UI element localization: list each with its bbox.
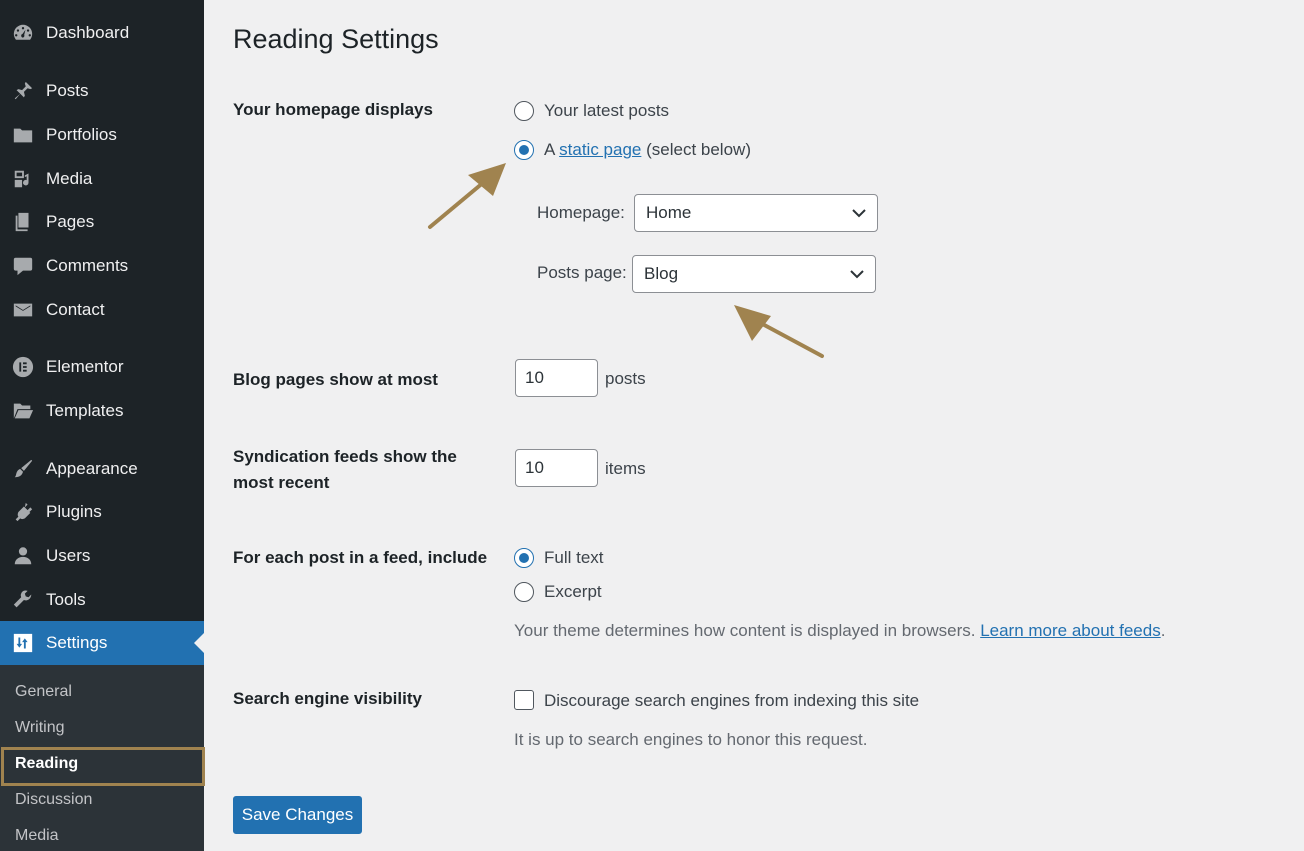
sidebar-item-label: Pages <box>46 212 95 231</box>
sidebar-item-label: Templates <box>46 401 124 420</box>
sidebar-item-settings[interactable]: Settings <box>0 621 204 665</box>
chevron-down-icon <box>849 266 865 282</box>
arrow-to-static-page <box>428 163 506 229</box>
latest-posts-radio[interactable] <box>514 101 534 121</box>
sidebar-item-label: Appearance <box>46 459 138 478</box>
sidebar-item-tools[interactable]: Tools <box>0 578 204 622</box>
latest-posts-option-label: Your latest posts <box>544 101 670 120</box>
posts-per-page-input[interactable]: 10 <box>515 359 598 397</box>
sidebar-item-dashboard[interactable]: Dashboard <box>0 11 204 55</box>
sidebar-item-label: Elementor <box>46 357 124 376</box>
learn-more-feeds-link[interactable]: Learn more about feeds <box>980 621 1161 640</box>
arrow-to-posts-page <box>734 305 824 358</box>
blog-pages-label: Blog pages show at most <box>233 370 438 389</box>
syndication-label-line1: Syndication feeds show the <box>233 447 457 466</box>
sidebar-item-media[interactable]: Media <box>0 157 204 201</box>
static-page-link[interactable]: static page <box>559 140 641 159</box>
sidebar-item-label: Contact <box>46 300 105 319</box>
comment-icon <box>11 254 35 278</box>
media-icon <box>11 167 35 191</box>
posts-page-select-label: Posts page: <box>537 263 627 282</box>
feed-content-label: For each post in a feed, include <box>233 548 488 567</box>
sidebar-item-templates[interactable]: Templates <box>0 389 204 433</box>
page-title: Reading Settings <box>233 24 439 54</box>
posts-unit-label: posts <box>605 369 646 388</box>
admin-sidebar: Dashboard Posts Portfolios Media Pages C… <box>0 0 204 851</box>
user-icon <box>11 544 35 568</box>
feed-items-input[interactable]: 10 <box>515 449 598 487</box>
sidebar-item-posts[interactable]: Posts <box>0 69 204 113</box>
pages-icon <box>11 210 35 234</box>
sidebar-item-label: Users <box>46 546 91 565</box>
sidebar-item-appearance[interactable]: Appearance <box>0 447 204 491</box>
homepage-displays-label: Your homepage displays <box>233 100 433 119</box>
static-page-option-label: A static page (select below) <box>544 139 751 161</box>
static-page-radio[interactable] <box>514 140 534 160</box>
sidebar-item-pages[interactable]: Pages <box>0 200 204 244</box>
save-changes-button[interactable]: Save Changes <box>233 796 362 834</box>
chevron-down-icon <box>851 205 867 221</box>
settings-submenu: General Writing Reading Discussion Media <box>0 665 204 851</box>
submenu-item-writing[interactable]: Writing <box>0 710 204 746</box>
paintbrush-icon <box>11 457 35 481</box>
homepage-select[interactable]: Home <box>634 194 878 232</box>
envelope-icon <box>11 298 35 322</box>
posts-page-select[interactable]: Blog <box>632 255 876 293</box>
dashboard-icon <box>11 21 35 45</box>
plug-icon <box>11 500 35 524</box>
sidebar-item-contact[interactable]: Contact <box>0 288 204 332</box>
sidebar-item-comments[interactable]: Comments <box>0 244 204 288</box>
submenu-item-discussion[interactable]: Discussion <box>0 782 204 818</box>
static-page-prefix: A <box>544 140 555 159</box>
sidebar-item-label: Media <box>46 169 93 188</box>
items-unit-label: items <box>605 459 646 478</box>
homepage-select-value: Home <box>646 203 692 222</box>
pushpin-icon <box>11 79 35 103</box>
search-visibility-description: It is up to search engines to honor this… <box>514 730 868 749</box>
sidebar-item-plugins[interactable]: Plugins <box>0 490 204 534</box>
feed-description: Your theme determines how content is dis… <box>514 621 1165 641</box>
submenu-item-media[interactable]: Media <box>0 818 204 851</box>
discourage-search-checkbox[interactable] <box>514 690 534 710</box>
wrench-icon <box>11 588 35 612</box>
submenu-item-general[interactable]: General <box>0 674 204 710</box>
excerpt-radio[interactable] <box>514 582 534 602</box>
excerpt-option-label: Excerpt <box>544 582 602 601</box>
feed-description-text: Your theme determines how content is dis… <box>514 621 976 640</box>
sidebar-item-portfolios[interactable]: Portfolios <box>0 113 204 157</box>
sidebar-item-label: Plugins <box>46 502 102 521</box>
search-visibility-label: Search engine visibility <box>233 689 422 708</box>
syndication-label-line2: most recent <box>233 473 330 492</box>
folder-icon <box>11 123 35 147</box>
syndication-label: Syndication feeds show the most recent <box>233 444 498 496</box>
homepage-select-label: Homepage: <box>537 203 625 222</box>
sidebar-item-label: Comments <box>46 256 129 275</box>
full-text-radio[interactable] <box>514 548 534 568</box>
sidebar-item-label: Settings <box>46 633 108 652</box>
settings-icon <box>11 631 35 655</box>
feed-description-period: . <box>1160 621 1166 640</box>
sidebar-item-label: Posts <box>46 81 89 100</box>
sidebar-item-elementor[interactable]: Elementor <box>0 345 204 389</box>
static-page-suffix: (select below) <box>646 140 751 159</box>
posts-page-select-value: Blog <box>644 264 679 283</box>
full-text-option-label: Full text <box>544 548 604 567</box>
folder-open-icon <box>11 399 35 423</box>
sidebar-item-label: Tools <box>46 590 86 609</box>
sidebar-item-users[interactable]: Users <box>0 534 204 578</box>
elementor-icon <box>11 355 35 379</box>
submenu-item-reading[interactable]: Reading <box>0 746 204 782</box>
discourage-search-label: Discourage search engines from indexing … <box>544 691 920 710</box>
sidebar-item-label: Dashboard <box>46 23 130 42</box>
sidebar-item-label: Portfolios <box>46 125 117 144</box>
